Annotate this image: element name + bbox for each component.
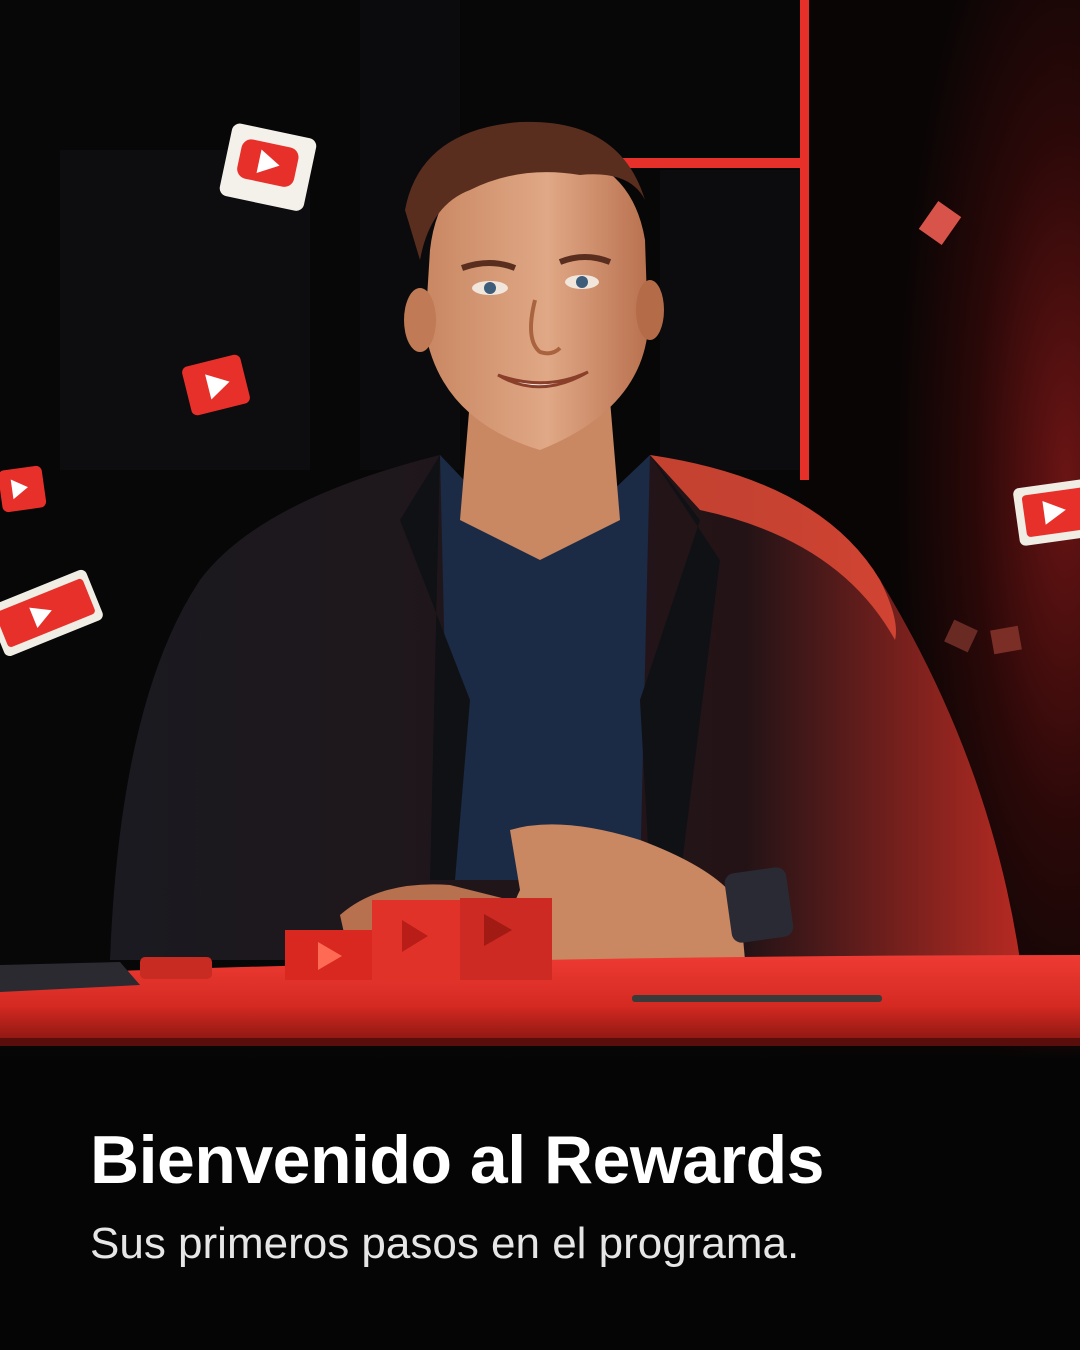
welcome-screen: Bienvenido al Rewards Sus primeros pasos… (0, 0, 1080, 1350)
pen (632, 995, 882, 1002)
play-button-block (460, 898, 552, 980)
welcome-title: Bienvenido al Rewards (90, 1122, 824, 1198)
welcome-caption: Bienvenido al Rewards Sus primeros pasos… (90, 1118, 1040, 1272)
welcome-subtitle: Sus primeros pasos en el programa. (90, 1219, 800, 1268)
hero-illustration (0, 0, 1080, 1060)
wristwatch (724, 867, 794, 943)
play-button-block (372, 900, 462, 982)
play-button-block (285, 930, 375, 980)
play-button-icon (1013, 478, 1080, 546)
red-frame-line (620, 158, 802, 168)
red-frame-line (800, 0, 809, 480)
play-button-icon (0, 465, 47, 513)
